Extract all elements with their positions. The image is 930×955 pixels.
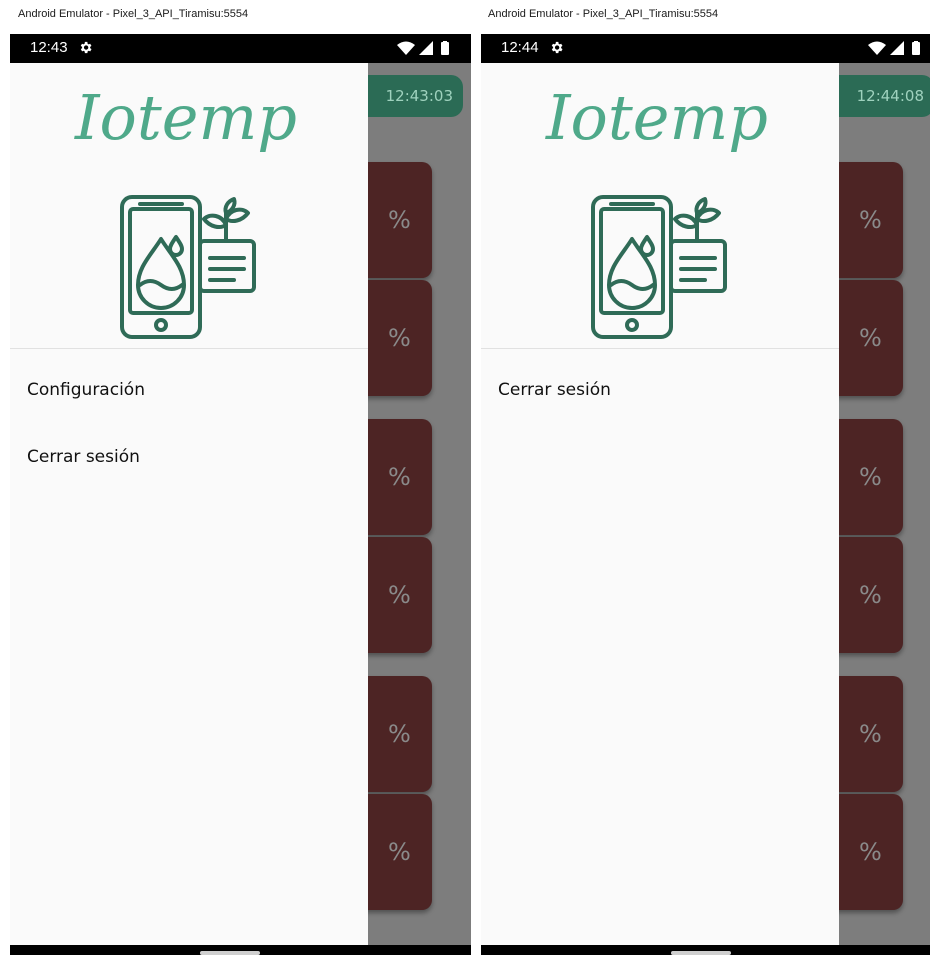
card-value: %: [388, 581, 411, 609]
navigation-drawer: Iotemp: [481, 63, 839, 945]
battery-icon: [912, 42, 920, 55]
status-time: 12:43: [30, 39, 68, 56]
card-value: %: [859, 324, 882, 352]
menu-item-configuracion[interactable]: Configuración: [27, 380, 145, 400]
phone-screen[interactable]: 12:43 12:43:03 % % % % % % Iotemp Config…: [10, 34, 471, 955]
card-value: %: [388, 324, 411, 352]
battery-icon: [441, 42, 449, 55]
app-clock: 12:44:08: [826, 75, 930, 117]
card-value: %: [859, 206, 882, 234]
window-title: Android Emulator - Pixel_3_API_Tiramisu:…: [488, 8, 719, 20]
navigation-bar: [481, 945, 930, 955]
card-value: %: [388, 463, 411, 491]
app-clock: 12:43:03: [355, 75, 463, 117]
signal-icon: [890, 41, 904, 55]
signal-icon: [419, 41, 433, 55]
phone-screen[interactable]: 12:44 12:44:08 % % % % % % Iotemp Cerrar…: [481, 34, 930, 955]
brand-wordmark: Iotemp: [545, 81, 768, 154]
drawer-header: Iotemp: [481, 63, 839, 348]
home-gesture-handle[interactable]: [200, 951, 260, 955]
home-gesture-handle[interactable]: [671, 951, 731, 955]
status-icons: [397, 41, 449, 55]
card-value: %: [388, 206, 411, 234]
gear-icon: [80, 41, 92, 54]
emulator-window-right: Android Emulator - Pixel_3_API_Tiramisu:…: [481, 0, 930, 955]
card-value: %: [859, 581, 882, 609]
phone-water-drop-plant-icon: [120, 195, 256, 339]
navigation-bar: [10, 945, 471, 955]
menu-item-cerrar-sesion[interactable]: Cerrar sesión: [27, 447, 140, 467]
drawer-divider: [481, 348, 839, 349]
wifi-icon: [397, 41, 415, 55]
phone-water-drop-plant-icon: [591, 195, 727, 339]
navigation-drawer: Iotemp: [10, 63, 368, 945]
status-bar: 12:44: [481, 34, 930, 63]
card-value: %: [388, 838, 411, 866]
logo: Iotemp: [545, 81, 768, 339]
window-title: Android Emulator - Pixel_3_API_Tiramisu:…: [18, 8, 249, 20]
card-value: %: [859, 463, 882, 491]
gear-icon: [551, 41, 563, 54]
card-value: %: [859, 838, 882, 866]
status-bar: 12:43: [10, 34, 471, 63]
menu-item-cerrar-sesion[interactable]: Cerrar sesión: [498, 380, 611, 400]
brand-wordmark: Iotemp: [74, 81, 297, 154]
drawer-header: Iotemp: [10, 63, 368, 348]
drawer-divider: [10, 348, 368, 349]
card-value: %: [388, 720, 411, 748]
status-icons: [868, 41, 920, 55]
card-value: %: [859, 720, 882, 748]
logo: Iotemp: [74, 81, 297, 339]
status-time: 12:44: [501, 39, 539, 56]
emulator-window-left: Android Emulator - Pixel_3_API_Tiramisu:…: [10, 0, 471, 955]
wifi-icon: [868, 41, 886, 55]
